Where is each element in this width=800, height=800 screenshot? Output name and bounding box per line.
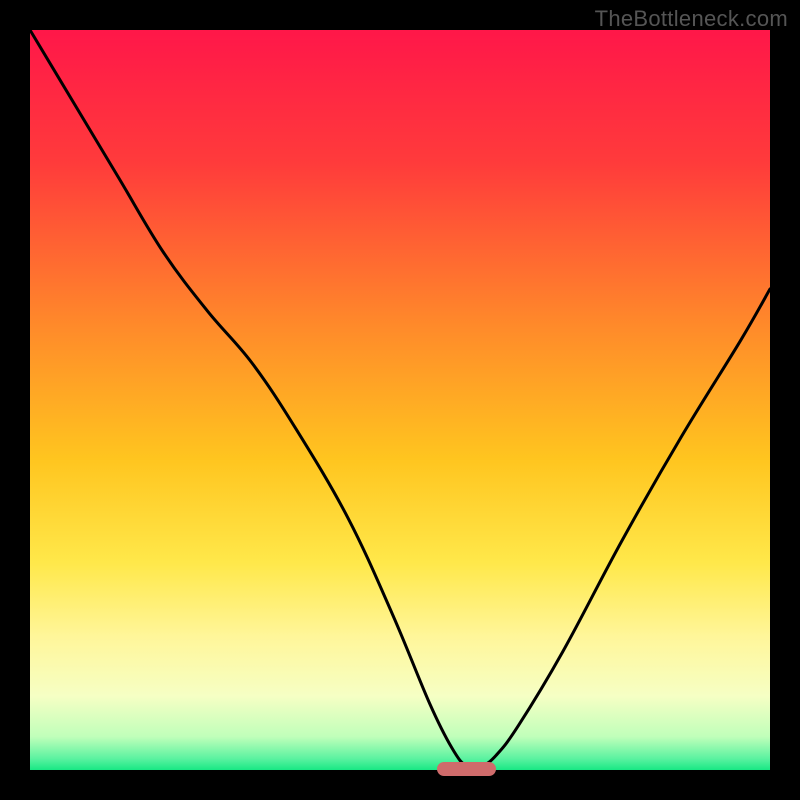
watermark-text: TheBottleneck.com [595,6,788,32]
plot-svg [30,30,770,770]
plot-area [30,30,770,770]
chart-frame: TheBottleneck.com [0,0,800,800]
minimum-marker [437,762,496,776]
gradient-background [30,30,770,770]
